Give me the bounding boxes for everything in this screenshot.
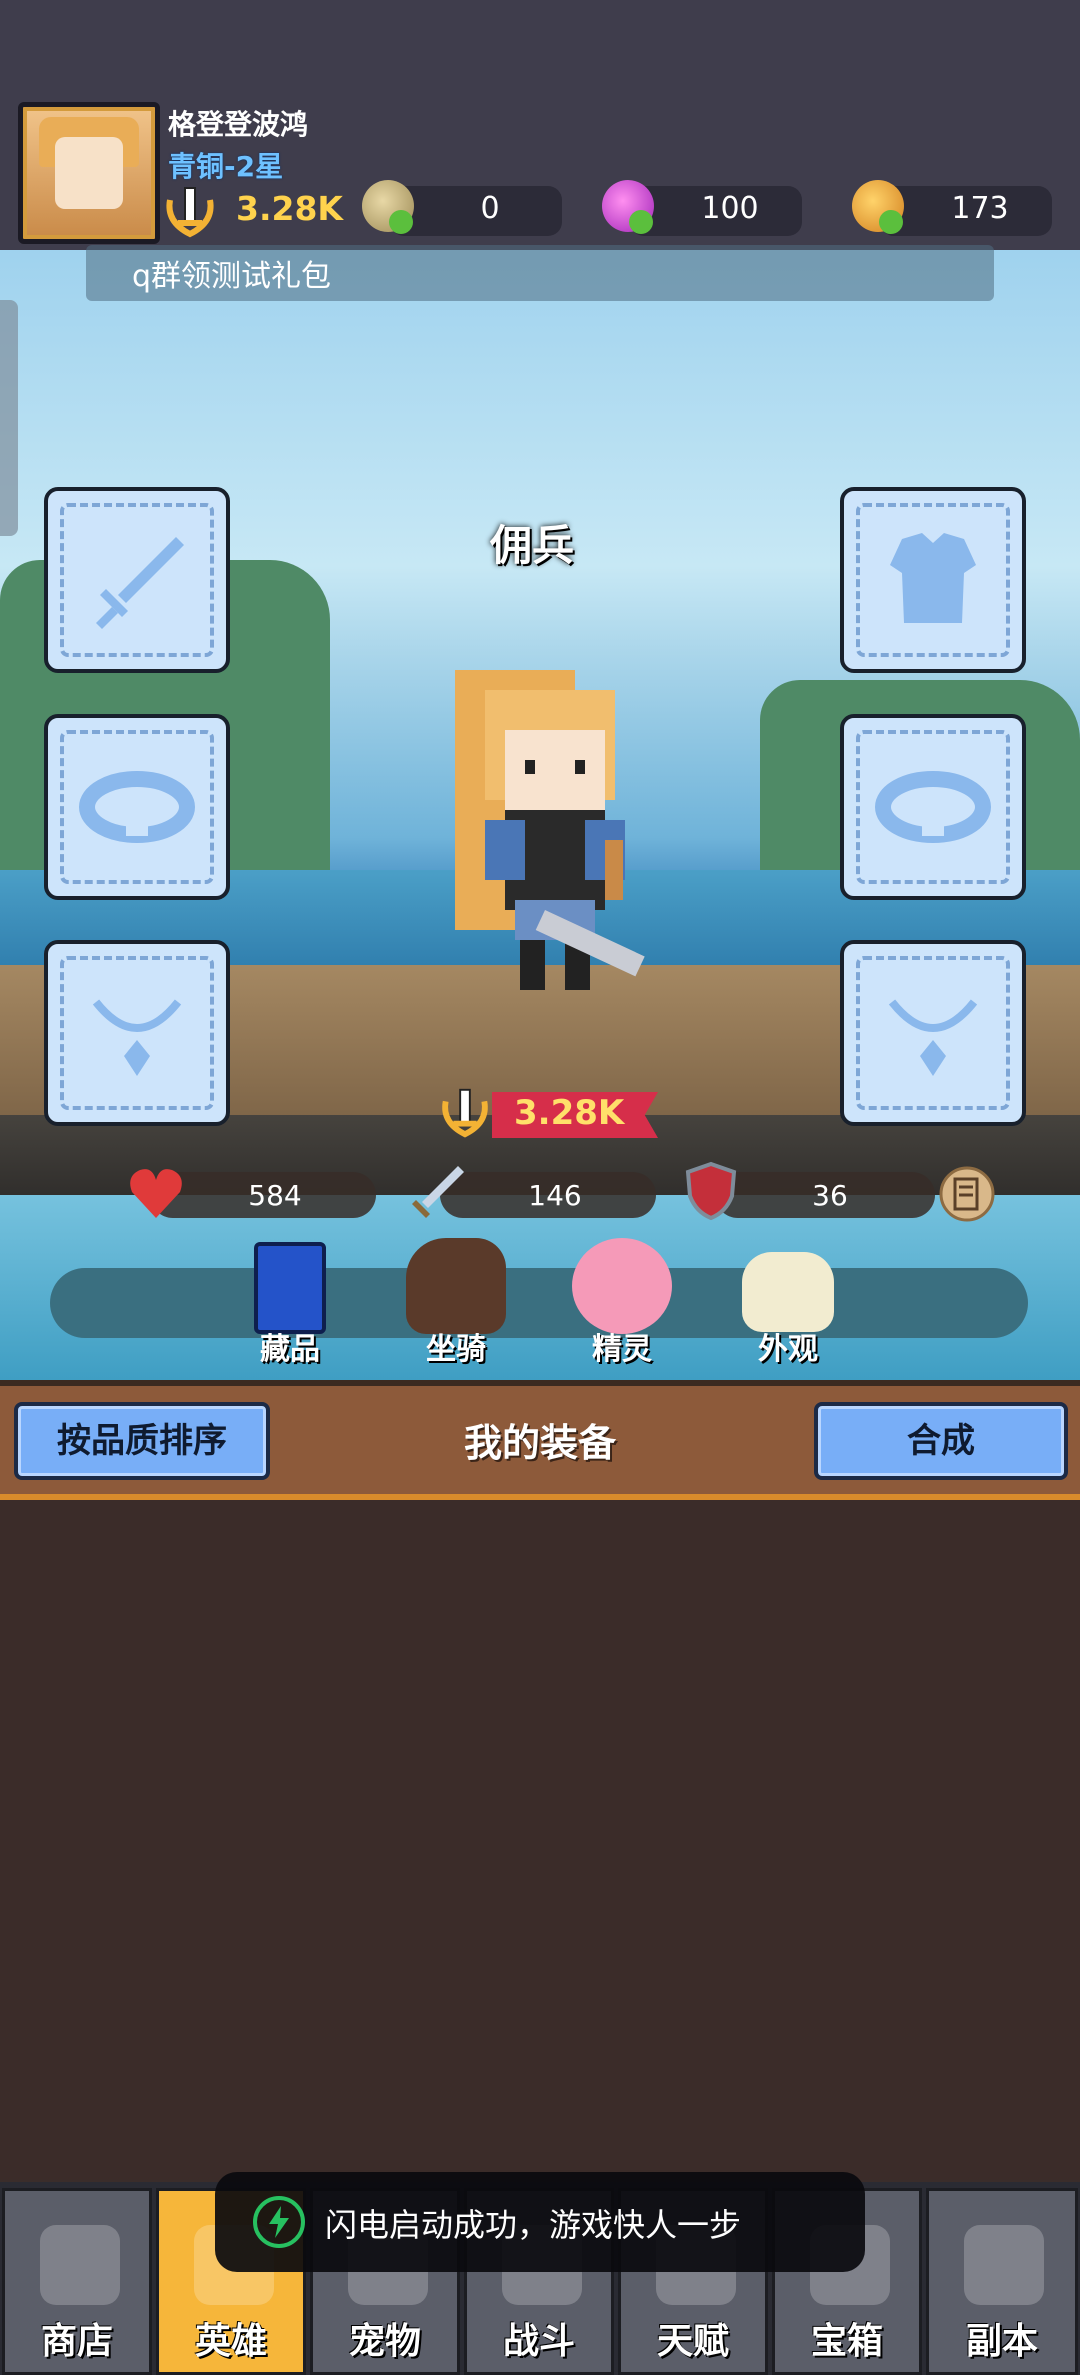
stat-detail-icon[interactable] bbox=[938, 1165, 996, 1223]
tab-spirit[interactable]: 精灵 bbox=[562, 1238, 682, 1368]
collection-card-icon bbox=[254, 1242, 326, 1334]
stat-hp-value: 584 bbox=[248, 1179, 302, 1212]
lightning-icon bbox=[253, 2196, 305, 2248]
slot-necklace-right[interactable] bbox=[840, 940, 1026, 1126]
side-drawer-handle[interactable] bbox=[0, 300, 18, 536]
hero-power-ribbon: 3.28K bbox=[436, 1084, 658, 1142]
power-crest-icon bbox=[166, 187, 214, 238]
gem-plus-icon[interactable] bbox=[629, 210, 653, 234]
nav-label: 宝箱 bbox=[810, 2321, 883, 2362]
tab-label: 外观 bbox=[758, 1332, 818, 1367]
nav-label: 英雄 bbox=[194, 2321, 267, 2362]
hero-power-value: 3.28K bbox=[514, 1093, 625, 1133]
tab-collection[interactable]: 藏品 bbox=[230, 1238, 350, 1368]
nav-label: 副本 bbox=[965, 2321, 1038, 2362]
tab-label: 精灵 bbox=[592, 1332, 652, 1367]
stat-defense-value: 36 bbox=[812, 1179, 848, 1212]
hero-class-title: 佣兵 bbox=[490, 521, 575, 570]
resource-egg-value: 0 bbox=[480, 191, 500, 226]
slot-ring-left[interactable] bbox=[44, 714, 230, 900]
player-rank: 青铜-2星 bbox=[168, 150, 284, 183]
nav-label: 宠物 bbox=[348, 2321, 421, 2362]
egg-plus-icon[interactable] bbox=[389, 210, 413, 234]
resource-coin-value: 173 bbox=[951, 191, 1009, 226]
ring-icon bbox=[79, 771, 195, 843]
tab-label: 藏品 bbox=[260, 1332, 320, 1367]
nav-label: 战斗 bbox=[502, 2321, 575, 2362]
pink-spirit-icon bbox=[572, 1238, 672, 1334]
dungeon-map-icon bbox=[964, 2225, 1044, 2305]
tab-label: 坐骑 bbox=[426, 1332, 486, 1367]
merge-button[interactable]: 合成 bbox=[814, 1402, 1068, 1480]
resource-gem-value: 100 bbox=[701, 191, 759, 226]
stat-attack-value: 146 bbox=[528, 1179, 582, 1212]
power-crest-icon bbox=[442, 1088, 488, 1138]
hero-character[interactable] bbox=[425, 650, 655, 1015]
player-avatar[interactable] bbox=[18, 102, 160, 244]
nav-label: 天赋 bbox=[656, 2321, 729, 2362]
avatar-face bbox=[55, 137, 123, 209]
equipment-list bbox=[0, 1500, 1080, 2180]
outfit-icon bbox=[742, 1252, 834, 1332]
slot-ring-right[interactable] bbox=[840, 714, 1026, 900]
nav-label: 商店 bbox=[40, 2321, 113, 2362]
shield-icon bbox=[685, 1161, 737, 1221]
nav-dungeon[interactable]: 副本 bbox=[926, 2188, 1078, 2375]
coin-plus-icon[interactable] bbox=[879, 210, 903, 234]
necklace-icon bbox=[92, 999, 182, 1076]
attack-sword-icon bbox=[412, 1166, 464, 1218]
slot-weapon[interactable] bbox=[44, 487, 230, 673]
tab-outfit[interactable]: 外观 bbox=[728, 1238, 848, 1368]
nav-shop[interactable]: 商店 bbox=[2, 2188, 152, 2375]
sword-icon bbox=[96, 537, 184, 629]
feature-tab-row bbox=[50, 1268, 1028, 1338]
ring-icon bbox=[875, 771, 991, 843]
horse-mount-icon bbox=[406, 1238, 506, 1334]
necklace-icon bbox=[888, 999, 978, 1076]
shop-icon bbox=[40, 2225, 120, 2305]
player-name: 格登登波鸿 bbox=[168, 108, 309, 141]
launch-toast: 闪电启动成功，游戏快人一步 bbox=[215, 2172, 865, 2272]
toast-text: 闪电启动成功，游戏快人一步 bbox=[325, 2206, 742, 2244]
gift-banner[interactable]: q群领测试礼包 bbox=[86, 245, 994, 301]
armor-icon bbox=[890, 533, 976, 623]
player-power-value: 3.28K bbox=[236, 189, 343, 228]
slot-armor[interactable] bbox=[840, 487, 1026, 673]
heart-icon bbox=[130, 1169, 182, 1218]
tab-mount[interactable]: 坐骑 bbox=[396, 1238, 516, 1368]
gift-banner-text: q群领测试礼包 bbox=[132, 259, 332, 294]
slot-necklace-left[interactable] bbox=[44, 940, 230, 1126]
